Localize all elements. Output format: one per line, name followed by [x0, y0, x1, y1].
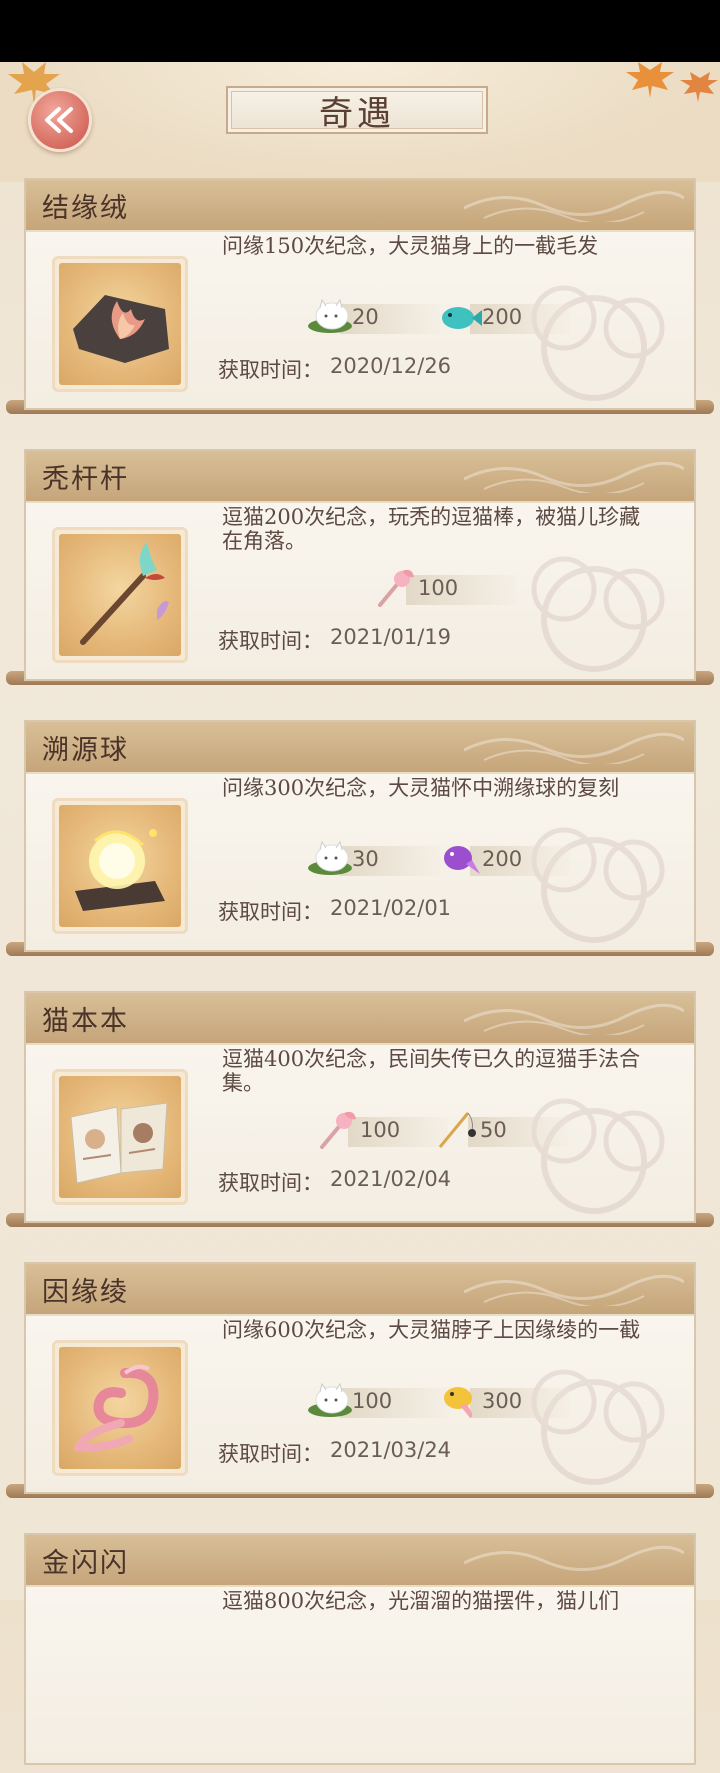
item-frame[interactable] — [52, 1069, 188, 1205]
wave-decoration-icon — [464, 1545, 684, 1571]
acquired-time: 2021/02/04 — [330, 1167, 452, 1191]
card-header: 猫本本 — [26, 993, 694, 1045]
cat-bun-icon — [308, 840, 352, 875]
card-body: 猫本本 逗猫400次纪念，民间失传已久的逗猫手法合集。 100 50 获取时间：… — [24, 991, 696, 1223]
reward-amount: 200 — [482, 305, 523, 329]
time-label: 获取时间： — [218, 358, 323, 382]
time-label: 获取时间： — [218, 1442, 323, 1466]
card-description: 逗猫200次纪念，玩秃的逗猫棒，被猫儿珍藏在角落。 — [222, 505, 641, 553]
cat-teaser-wand-icon — [80, 542, 169, 645]
card-description: 问缘300次纪念，大灵猫怀中溯缘球的复刻 — [222, 776, 620, 800]
card-description: 问缘150次纪念，大灵猫身上的一截毛发 — [222, 234, 599, 258]
cat-bun-icon — [308, 1382, 352, 1417]
page-title: 奇遇 — [319, 93, 395, 134]
card-title: 秃杆杆 — [42, 464, 129, 495]
wave-decoration-icon — [464, 1003, 684, 1035]
reward-amount: 50 — [480, 1118, 507, 1142]
teal-fish-icon — [442, 307, 482, 329]
wave-decoration-icon — [464, 190, 684, 222]
encounter-card: 猫本本 逗猫400次纪念，民间失传已久的逗猫手法合集。 100 50 获取时间：… — [6, 991, 714, 1231]
status-bar — [0, 0, 720, 62]
back-arrow-icon — [45, 107, 73, 133]
maple-leaf-icon — [626, 62, 718, 102]
reward-amount: 20 — [352, 305, 379, 329]
pink-teaser-icon — [320, 1111, 356, 1149]
golden-fish-icon — [444, 1387, 473, 1418]
reward-amount: 200 — [482, 847, 523, 871]
card-description: 逗猫400次纪念，民间失传已久的逗猫手法合集。 — [222, 1047, 641, 1095]
card-header: 秃杆杆 — [26, 451, 694, 503]
encounter-card: 因缘绫 问缘600次纪念，大灵猫脖子上因缘绫的一截 100 300 获取时间： … — [6, 1262, 714, 1502]
time-label: 获取时间： — [218, 1171, 323, 1195]
back-button[interactable] — [28, 88, 92, 152]
encounter-card: 溯源球 问缘300次纪念，大灵猫怀中溯缘球的复刻 30 200 获取时间： 20… — [6, 720, 714, 960]
reward-item: 300 — [436, 1386, 576, 1418]
cat-bun-icon — [308, 298, 352, 333]
reward-item: 100 — [314, 1111, 454, 1149]
fur-tuft-icon — [73, 295, 169, 363]
reward-item: 30 — [306, 840, 446, 876]
encounter-card: 金闪闪 逗猫800次纪念，光溜溜的猫摆件，猫儿们 — [22, 1533, 698, 1773]
acquired-time: 2021/01/19 — [330, 625, 452, 649]
card-title: 因缘绫 — [42, 1277, 129, 1308]
encounter-card: 秃杆杆 逗猫200次纪念，玩秃的逗猫棒，被猫儿珍藏在角落。 100 获取时间： … — [6, 449, 714, 689]
card-title: 溯源球 — [42, 735, 129, 766]
reward-amount: 30 — [352, 847, 379, 871]
time-label: 获取时间： — [218, 900, 323, 924]
acquired-time: 2021/03/24 — [330, 1438, 452, 1462]
encounter-card: 结缘绒 问缘150次纪念，大灵猫身上的一截毛发 20 200 获取时间： 202… — [6, 178, 714, 418]
item-frame[interactable] — [52, 527, 188, 663]
time-label: 获取时间： — [218, 629, 323, 653]
reward-item: 100 — [306, 1382, 456, 1418]
card-title: 金闪闪 — [42, 1548, 129, 1579]
reward-amount: 100 — [360, 1118, 401, 1142]
card-header: 金闪闪 — [26, 1535, 694, 1587]
reward-amount: 300 — [482, 1389, 523, 1413]
acquired-time: 2021/02/01 — [330, 896, 452, 920]
card-title: 猫本本 — [42, 1006, 129, 1037]
card-header: 因缘绫 — [26, 1264, 694, 1316]
card-body: 秃杆杆 逗猫200次纪念，玩秃的逗猫棒，被猫儿珍藏在角落。 100 获取时间： … — [24, 449, 696, 681]
reward-item: 20 — [306, 298, 446, 334]
purple-fish-icon — [444, 846, 480, 874]
reward-amount: 100 — [352, 1389, 393, 1413]
item-frame[interactable] — [52, 1340, 188, 1476]
ribbon-icon — [73, 1364, 159, 1452]
item-frame[interactable] — [52, 256, 188, 392]
wave-decoration-icon — [464, 1274, 684, 1306]
card-header: 结缘绒 — [26, 180, 694, 232]
card-body: 金闪闪 逗猫800次纪念，光溜溜的猫摆件，猫儿们 — [24, 1533, 696, 1765]
card-body: 结缘绒 问缘150次纪念，大灵猫身上的一截毛发 20 200 获取时间： 202… — [24, 178, 696, 410]
glowing-orb-icon — [75, 829, 165, 911]
reward-amount: 100 — [418, 576, 459, 600]
wave-decoration-icon — [464, 732, 684, 764]
card-header: 溯源球 — [26, 722, 694, 774]
wave-decoration-icon — [464, 461, 684, 493]
card-title: 结缘绒 — [42, 193, 129, 224]
reward-item: 200 — [436, 302, 576, 334]
card-description: 逗猫800次纪念，光溜溜的猫摆件，猫儿们 — [222, 1589, 620, 1613]
page-title-box: 奇遇 — [226, 86, 488, 134]
open-book-icon — [70, 1102, 168, 1184]
reward-item: 50 — [434, 1112, 574, 1148]
card-description: 问缘600次纪念，大灵猫脖子上因缘绫的一截 — [222, 1318, 641, 1342]
reward-item: 100 — [372, 569, 522, 607]
item-frame[interactable] — [52, 798, 188, 934]
pink-teaser-icon — [378, 569, 414, 607]
fishing-rod-icon — [438, 1112, 476, 1148]
acquired-time: 2020/12/26 — [330, 354, 452, 378]
card-body: 因缘绫 问缘600次纪念，大灵猫脖子上因缘绫的一截 100 300 获取时间： … — [24, 1262, 696, 1494]
reward-item: 200 — [436, 844, 576, 876]
card-body: 溯源球 问缘300次纪念，大灵猫怀中溯缘球的复刻 30 200 获取时间： 20… — [24, 720, 696, 952]
